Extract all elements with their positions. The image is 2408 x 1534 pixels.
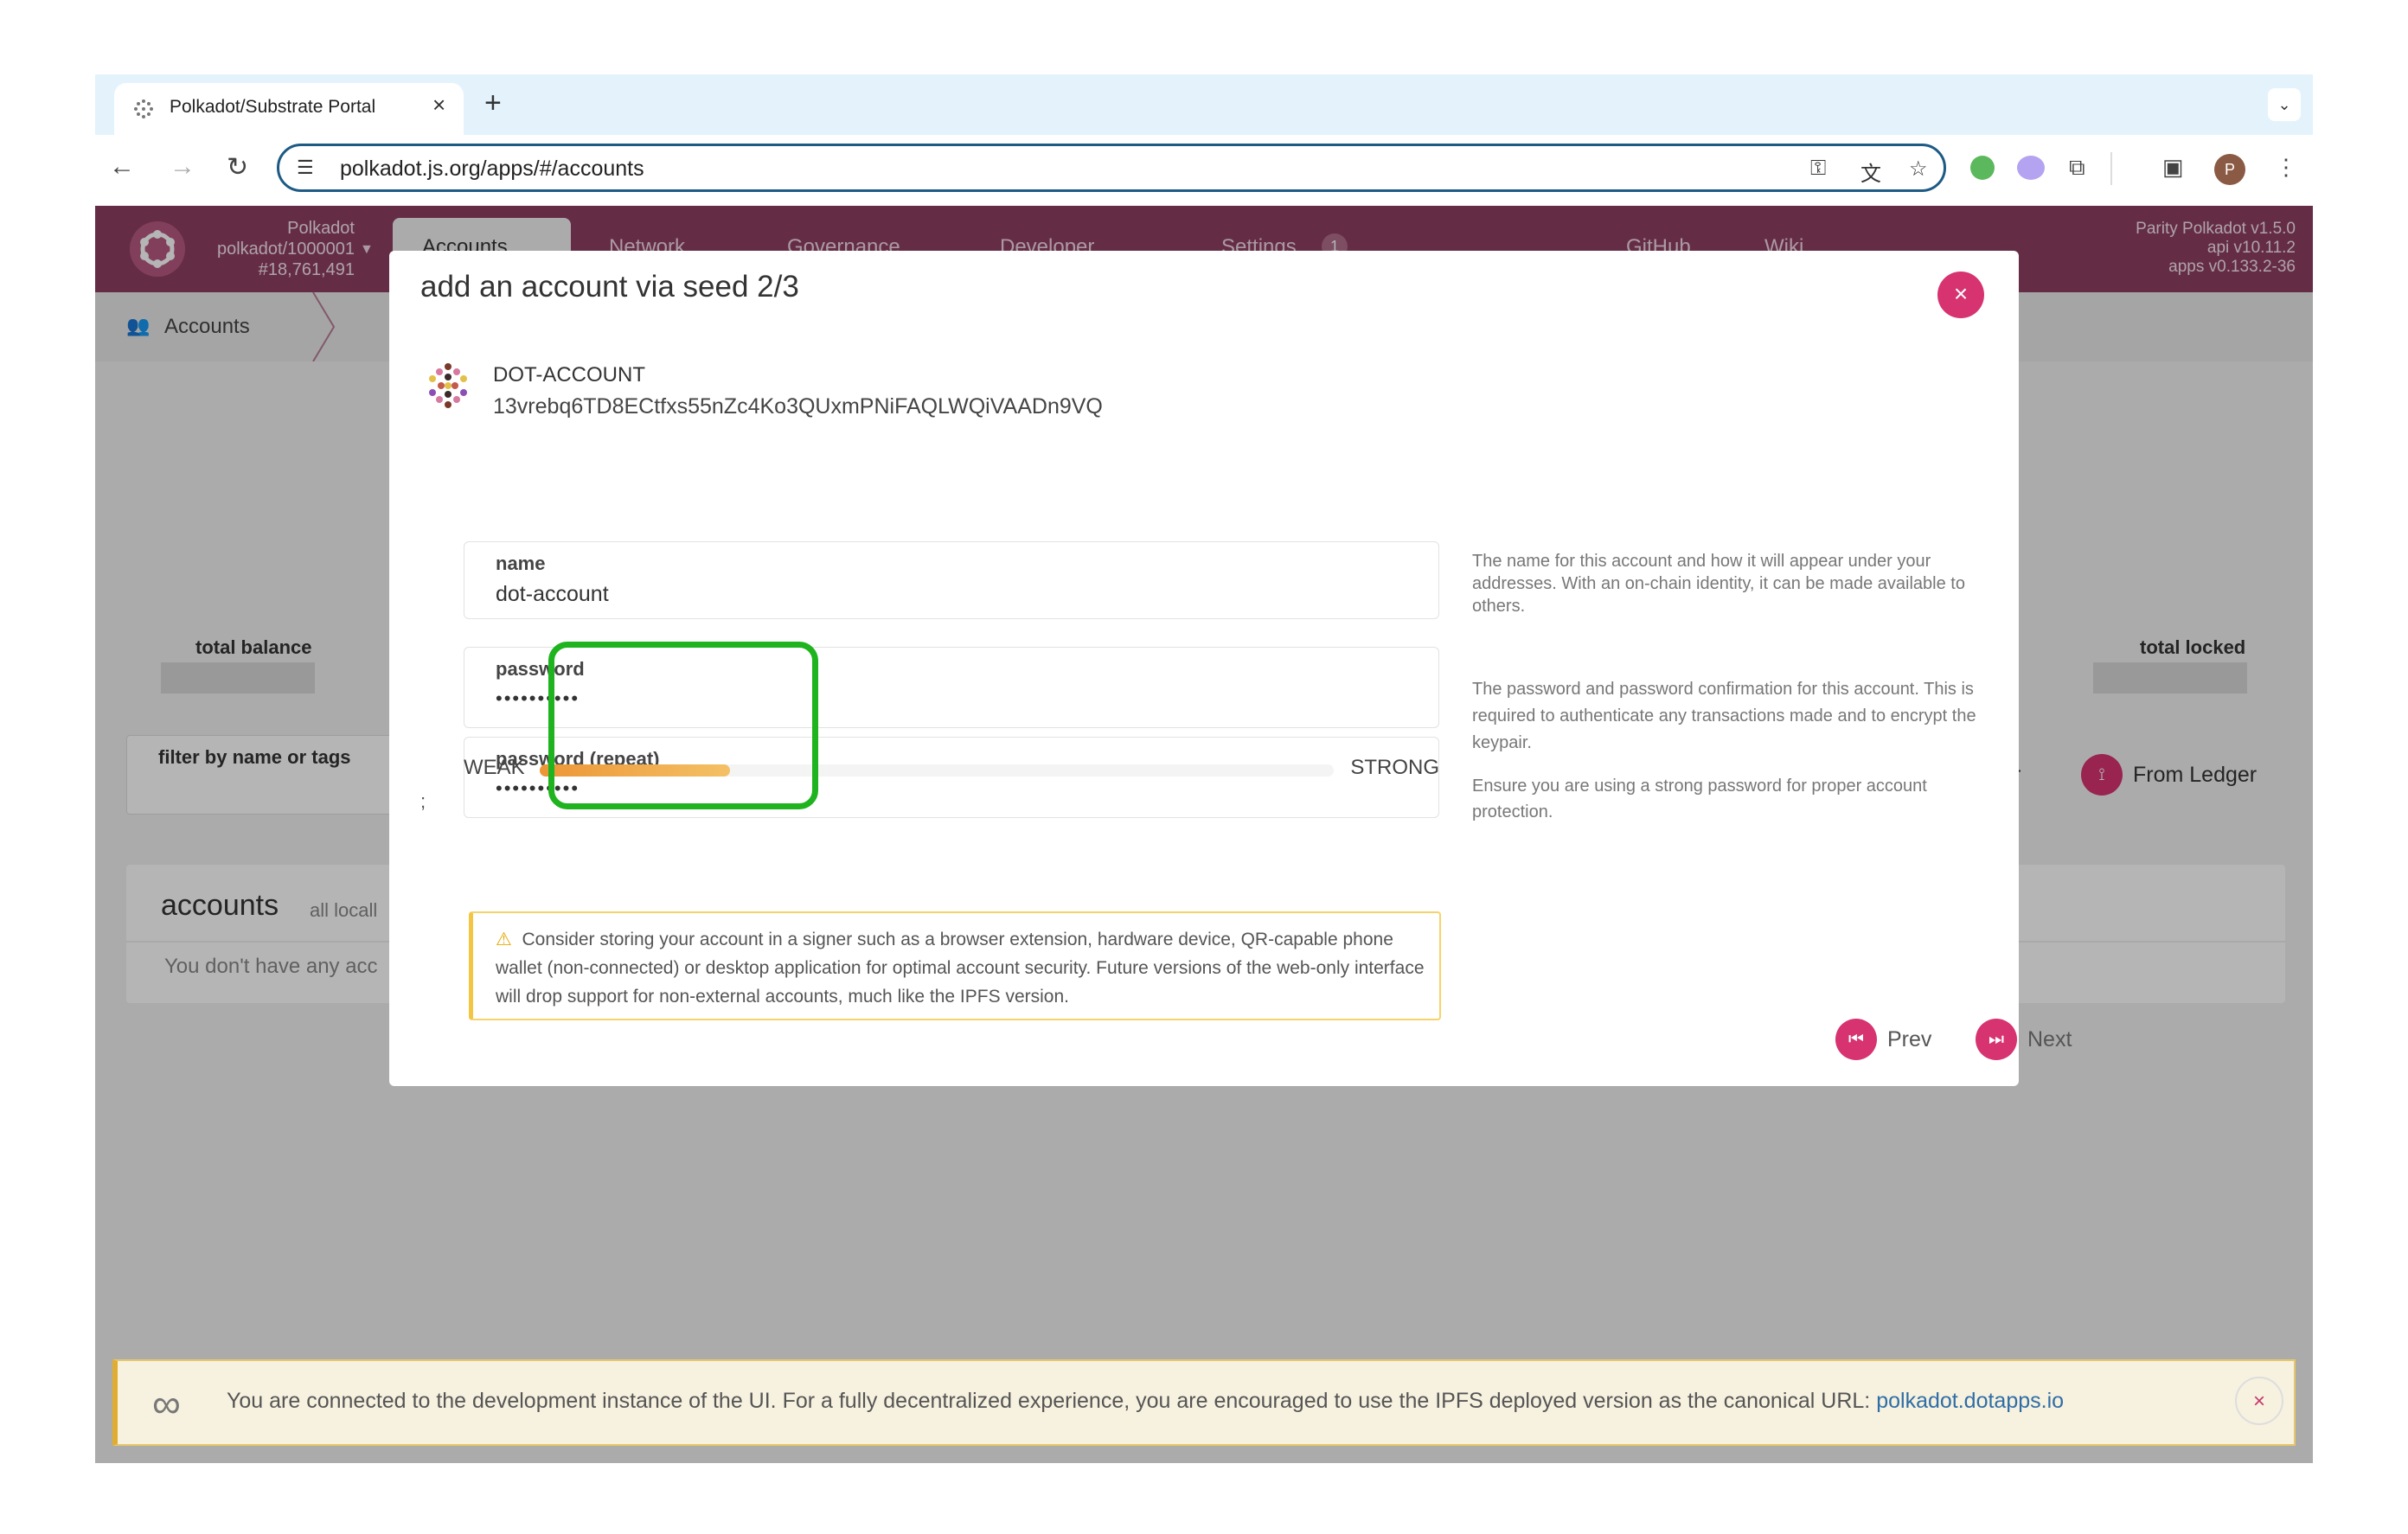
security-warning: ⚠ Consider storing your account in a sig… (469, 911, 1441, 1020)
account-name: DOT-ACCOUNT (493, 363, 645, 387)
star-icon[interactable]: ☆ (1909, 157, 1928, 182)
weak-label: WEAK (464, 756, 525, 779)
tab-close-icon[interactable]: × (432, 92, 445, 118)
more-icon[interactable]: ⋮ (2275, 154, 2297, 181)
stray-semicolon: ; (420, 790, 426, 812)
polkadot-favicon-icon (134, 99, 153, 118)
link-icon: ∞ (152, 1381, 181, 1426)
key-icon[interactable]: ⚿ (1810, 157, 1826, 181)
reload-icon[interactable]: ↻ (227, 152, 248, 182)
tab-bar: Polkadot/Substrate Portal × + ⌄ (95, 74, 2313, 135)
site-settings-icon[interactable]: ☰ (297, 157, 314, 179)
next-icon: ⏭ (1976, 1019, 2017, 1060)
prev-icon: ⏮ (1835, 1019, 1877, 1060)
profile-avatar[interactable]: P (2214, 154, 2245, 185)
password-help-text: The password and password confirmation f… (1472, 680, 1976, 752)
name-field[interactable]: name dot-account (464, 541, 1439, 619)
password-highlight-box (548, 642, 818, 809)
extension-green-icon[interactable] (1970, 156, 1995, 180)
banner-close-icon[interactable]: × (2235, 1377, 2283, 1425)
warning-message: Consider storing your account in a signe… (496, 930, 1425, 1007)
sidepanel-icon[interactable]: ▣ (2162, 154, 2184, 181)
browser-toolbar: ← → ↻ ☰ polkadot.js.org/apps/#/accounts … (95, 135, 2313, 206)
tab-title: Polkadot/Substrate Portal (170, 97, 376, 117)
back-arrow-icon[interactable]: ← (109, 152, 135, 182)
browser-window: Polkadot/Substrate Portal × + ⌄ ← → ↻ ☰ … (95, 74, 2313, 1463)
tab-search-button[interactable]: ⌄ (2268, 88, 2301, 121)
name-help-text: The name for this account and how it wil… (1472, 552, 1965, 616)
warning-icon: ⚠ (496, 930, 512, 949)
modal-title: add an account via seed 2/3 (420, 270, 799, 304)
name-input[interactable]: dot-account (496, 582, 609, 607)
url-text[interactable]: polkadot.js.org/apps/#/accounts (340, 157, 644, 182)
translate-icon[interactable]: 文 (1860, 157, 1881, 187)
next-label: Next (2027, 1027, 2072, 1051)
forward-arrow-icon[interactable]: → (170, 152, 195, 182)
prev-label: Prev (1887, 1027, 1932, 1051)
dev-instance-banner: ∞ You are connected to the development i… (112, 1359, 2296, 1446)
close-icon[interactable]: × (1937, 272, 1984, 318)
tab-polkadot[interactable]: Polkadot/Substrate Portal × (114, 83, 464, 135)
extension-cloud-icon[interactable] (2017, 156, 2045, 180)
strong-label: STRONG (1350, 756, 1439, 779)
ipfs-link[interactable]: polkadot.dotapps.io (1876, 1389, 2064, 1413)
address-bar[interactable]: ☰ polkadot.js.org/apps/#/accounts ⚿ 文 ☆ (277, 144, 1946, 192)
account-identicon-icon[interactable] (424, 361, 472, 410)
warning-text: ⚠ Consider storing your account in a sig… (496, 925, 1430, 1011)
banner-message: You are connected to the development ins… (227, 1389, 1877, 1413)
toolbar-divider (2110, 152, 2112, 185)
extension-icon[interactable]: ⧉ (2069, 154, 2085, 182)
password-strength-help: Ensure you are using a strong password f… (1472, 777, 1927, 821)
new-tab-button[interactable]: + (484, 86, 502, 120)
name-label: name (496, 553, 546, 574)
account-address: 13vrebq6TD8ECtfxs55nZc4Ko3QUxmPNiFAQLWQi… (493, 394, 1103, 419)
banner-text: You are connected to the development ins… (227, 1389, 2064, 1414)
